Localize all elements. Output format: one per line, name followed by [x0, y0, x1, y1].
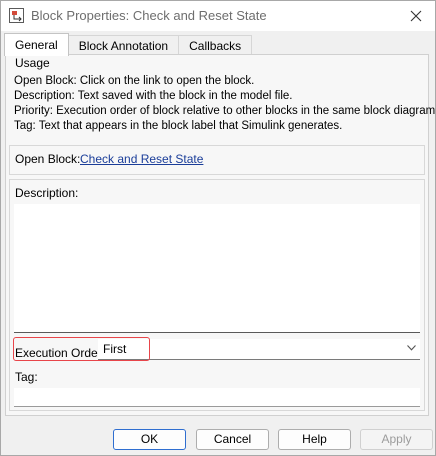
usage-priority-text: Priority: Execution order of block relat…	[14, 105, 436, 117]
usage-description-text: Description: Text saved with the block i…	[14, 90, 293, 102]
usage-tag-text: Tag: Text that appears in the block labe…	[14, 120, 343, 132]
title-bar: Block Properties: Check and Reset State	[1, 1, 435, 31]
help-button[interactable]: Help	[278, 429, 351, 450]
tag-label: Tag:	[15, 370, 38, 384]
window-title: Block Properties: Check and Reset State	[31, 8, 267, 23]
apply-button[interactable]: Apply	[360, 429, 433, 450]
description-textarea[interactable]	[14, 204, 420, 333]
properties-group: Description: Execution Order: First Tag:	[9, 179, 425, 411]
execution-order-dropdown[interactable]: First	[98, 339, 420, 360]
tab-bar: General Block Annotation Callbacks	[4, 33, 253, 56]
usage-group: Usage Open Block: Click on the link to o…	[9, 56, 435, 136]
execution-order-label: Execution Order:	[15, 346, 106, 360]
open-block-group: Open Block: Check and Reset State	[9, 145, 425, 175]
open-block-label: Open Block:	[15, 152, 81, 166]
block-properties-dialog: Block Properties: Check and Reset State …	[0, 0, 436, 456]
tab-callbacks[interactable]: Callbacks	[178, 35, 253, 56]
general-tab-panel: Usage Open Block: Click on the link to o…	[5, 54, 435, 416]
cancel-button[interactable]: Cancel	[196, 429, 269, 450]
ok-button[interactable]: OK	[113, 429, 186, 450]
tag-input[interactable]	[14, 388, 420, 407]
open-block-link[interactable]: Check and Reset State	[80, 152, 203, 166]
usage-legend: Usage	[14, 56, 51, 70]
tab-general[interactable]: General	[4, 33, 69, 56]
close-icon	[410, 10, 422, 22]
chevron-down-icon	[407, 345, 416, 351]
close-button[interactable]	[403, 4, 429, 28]
tab-block-annotation[interactable]: Block Annotation	[67, 35, 180, 56]
dialog-button-bar: OK Cancel Help Apply	[1, 419, 435, 455]
usage-open-block-text: Open Block: Click on the link to open th…	[14, 75, 255, 87]
block-properties-icon	[9, 8, 24, 23]
execution-order-value: First	[103, 342, 127, 356]
description-label: Description:	[15, 186, 79, 200]
